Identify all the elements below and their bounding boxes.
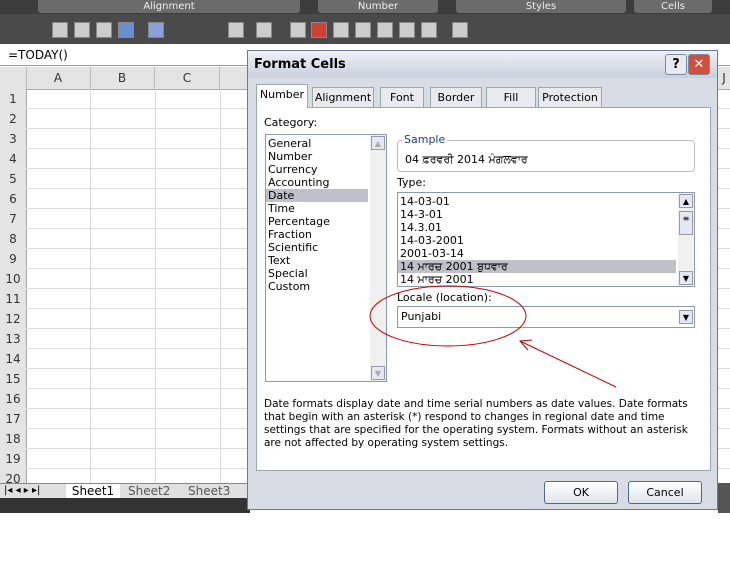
annotation-overlay: [369, 285, 617, 388]
annotation-circle: [369, 285, 527, 347]
tab-number[interactable]: Number: [256, 84, 308, 108]
annotation-arrow: [519, 340, 617, 388]
